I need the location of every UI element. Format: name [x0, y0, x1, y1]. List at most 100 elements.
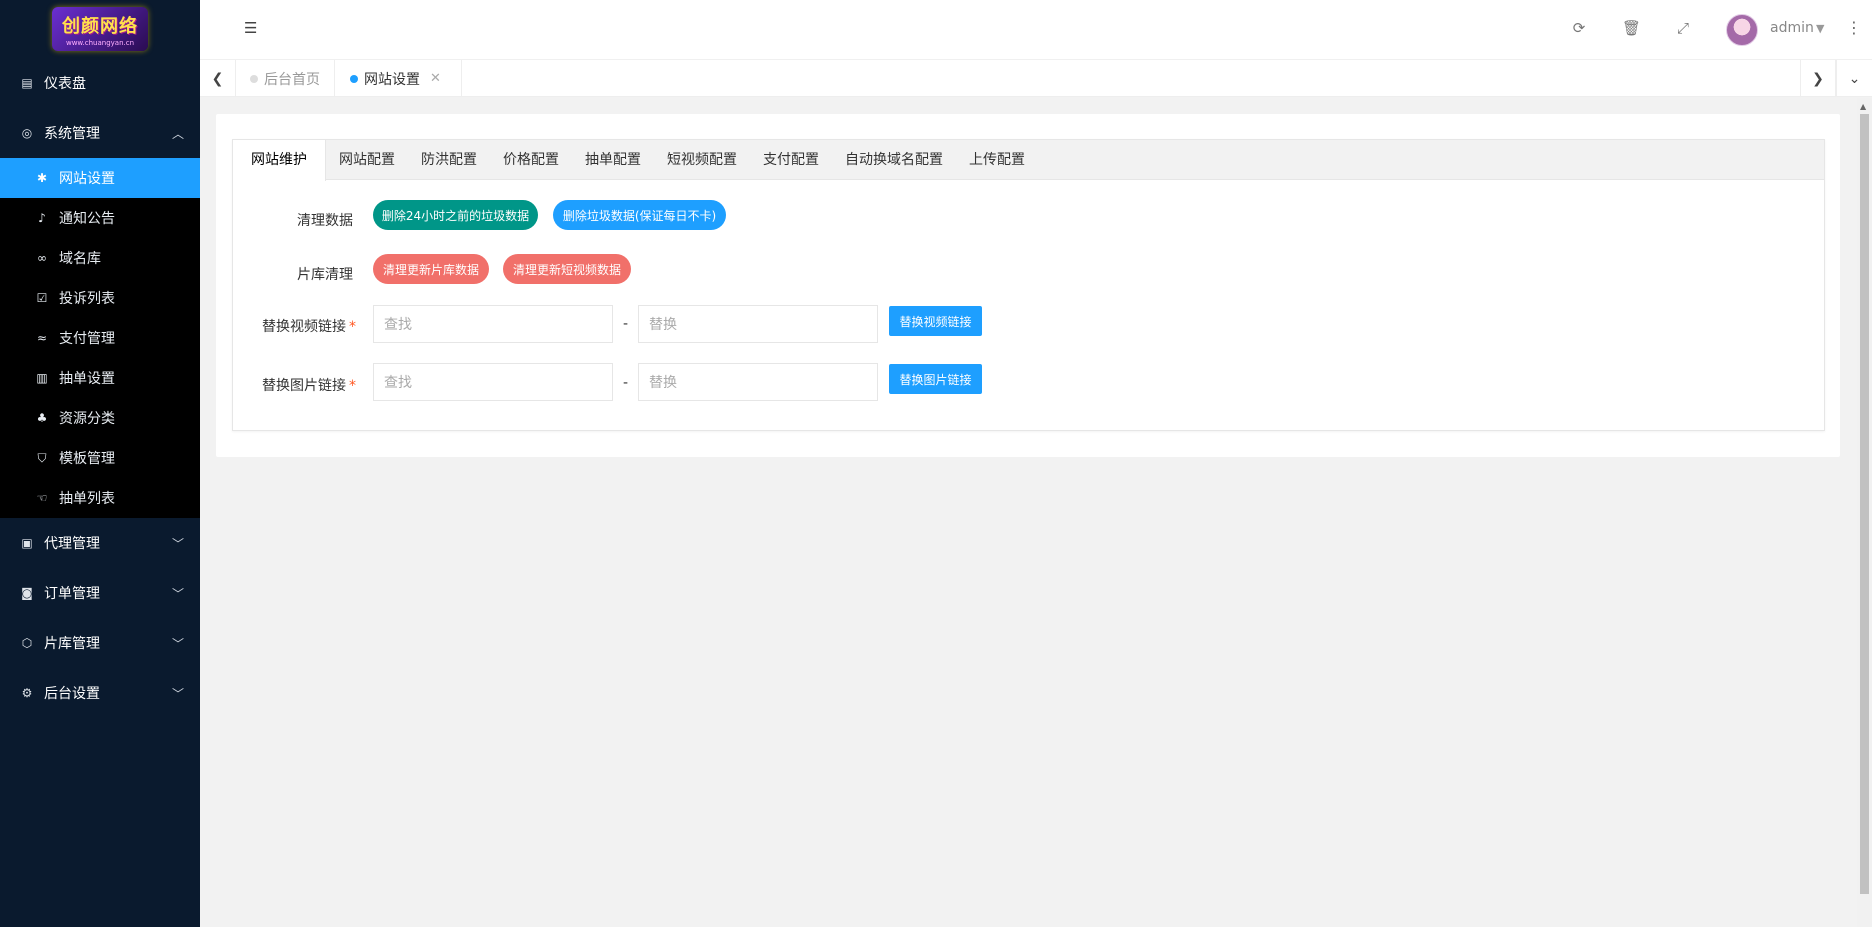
image-find-input[interactable]: 查找: [373, 363, 613, 401]
close-icon[interactable]: ✕: [430, 71, 441, 86]
page-tabs: ❮ 后台首页 网站设置 ✕ ❯ ⌄: [200, 60, 1872, 97]
library-clean-label: 片库清理: [297, 267, 353, 283]
tab-maintenance[interactable]: 网站维护: [233, 140, 326, 181]
separator-dash: -: [623, 316, 629, 332]
hexagon-icon: ⬡: [21, 636, 33, 650]
content-card: 网站维护 网站配置 防洪配置 价格配置 抽单配置 短视频配置 支付配置 自动换域…: [216, 114, 1840, 457]
fullscreen-icon[interactable]: ⤢: [1674, 19, 1692, 37]
tab-domain-switch-config[interactable]: 自动换域名配置: [832, 140, 956, 180]
settings-tabs: 网站维护 网站配置 防洪配置 价格配置 抽单配置 短视频配置 支付配置 自动换域…: [233, 140, 1824, 181]
clean-data-label: 清理数据: [297, 213, 353, 229]
sidebar-item-domains[interactable]: ∞ 域名库: [0, 238, 200, 278]
image-replace-input[interactable]: 替换: [638, 363, 878, 401]
logo-text: 创颜网络: [62, 15, 138, 37]
sidebar-item-system[interactable]: ◎ 系统管理 ︿: [0, 108, 200, 158]
tabs-prev-icon[interactable]: ❮: [200, 60, 236, 97]
chevron-down-icon: ﹀: [171, 686, 184, 701]
scroll-up-icon[interactable]: ▲: [1860, 102, 1866, 111]
caret-down-icon[interactable]: ▼: [1816, 22, 1824, 35]
logo-subtext: www.chuangyan.cn: [65, 38, 135, 47]
replace-image-button[interactable]: 替换图片链接: [889, 364, 982, 394]
sidebar-item-label: 投诉列表: [59, 291, 115, 307]
logo-badge: 创颜网络 www.chuangyan.cn: [52, 7, 148, 51]
clean-short-video-button[interactable]: 清理更新短视频数据: [503, 254, 631, 284]
replace-image-label: 替换图片链接 *: [262, 378, 356, 394]
sidebar-item-label: 抽单设置: [59, 371, 115, 387]
sidebar-item-templates[interactable]: ⛉ 模板管理: [0, 438, 200, 478]
sidebar-item-site-settings[interactable]: ✱ 网站设置: [0, 158, 200, 198]
top-header: ☰ ⟳ 🗑 ⤢ admin ▼ ⋮: [200, 0, 1872, 60]
sidebar-item-label: 仪表盘: [44, 76, 86, 92]
video-replace-input[interactable]: 替换: [638, 305, 878, 343]
scrollbar-thumb[interactable]: [1860, 114, 1869, 894]
tab-label: 后台首页: [264, 71, 320, 88]
tab-draw-config[interactable]: 抽单配置: [572, 140, 654, 180]
sidebar-item-orders[interactable]: ◙ 订单管理 ﹀: [0, 568, 200, 618]
tab-site-config[interactable]: 网站配置: [326, 140, 408, 180]
sidebar-item-complaints[interactable]: ☑ 投诉列表: [0, 278, 200, 318]
sidebar: 创颜网络 www.chuangyan.cn ▤ 仪表盘 ◎ 系统管理 ︿ ✱ 网…: [0, 0, 200, 927]
sidebar-item-payments[interactable]: ≈ 支付管理: [0, 318, 200, 358]
asterisk-icon: ✱: [36, 171, 48, 185]
clean-library-button[interactable]: 清理更新片库数据: [373, 254, 489, 284]
sidebar-item-draw-list[interactable]: ☜ 抽单列表: [0, 478, 200, 518]
wave-icon: ≈: [36, 331, 48, 345]
sidebar-item-label: 支付管理: [59, 331, 115, 347]
sidebar-item-label: 域名库: [59, 251, 101, 267]
tab-price-config[interactable]: 价格配置: [490, 140, 572, 180]
sidebar-item-label: 订单管理: [44, 586, 100, 602]
tab-site-settings[interactable]: 网站设置 ✕: [336, 60, 462, 97]
font-box-icon: ◙: [21, 586, 33, 600]
trash-icon[interactable]: 🗑: [1622, 19, 1641, 37]
sidebar-item-dashboard[interactable]: ▤ 仪表盘: [0, 58, 200, 108]
tab-label: 网站设置: [364, 71, 420, 88]
sidebar-item-admin-settings[interactable]: ⚙ 后台设置 ﹀: [0, 668, 200, 718]
contact-card-icon: ▣: [21, 536, 33, 550]
sidebar-item-agents[interactable]: ▣ 代理管理 ﹀: [0, 518, 200, 568]
settings-tab-panel: 网站维护 网站配置 防洪配置 价格配置 抽单配置 短视频配置 支付配置 自动换域…: [232, 139, 1825, 431]
sidebar-item-label: 网站设置: [59, 171, 115, 187]
sidebar-item-label: 模板管理: [59, 451, 115, 467]
refresh-icon[interactable]: ⟳: [1570, 19, 1588, 37]
sidebar-item-library[interactable]: ⬡ 片库管理 ﹀: [0, 618, 200, 668]
delete-garbage-button[interactable]: 删除垃圾数据(保证每日不卡): [553, 200, 726, 230]
tab-home[interactable]: 后台首页: [236, 60, 335, 97]
tab-dot: [250, 74, 258, 83]
chevron-up-icon: ︿: [171, 126, 184, 141]
user-name[interactable]: admin: [1770, 20, 1814, 36]
sidebar-item-label: 片库管理: [44, 636, 100, 652]
leaf-icon: ♣: [36, 411, 48, 425]
target-icon: ◎: [21, 126, 33, 140]
sidebar-item-draw-settings[interactable]: ▥ 抽单设置: [0, 358, 200, 398]
sidebar-item-notices[interactable]: ♪ 通知公告: [0, 198, 200, 238]
menu-toggle-icon[interactable]: ☰: [244, 20, 260, 36]
sidebar-item-label: 系统管理: [44, 126, 100, 142]
bell-icon: ♪: [38, 211, 46, 225]
tab-payment-config[interactable]: 支付配置: [750, 140, 832, 180]
sidebar-item-label: 资源分类: [59, 411, 115, 427]
separator-dash: -: [623, 375, 629, 391]
tab-short-video-config[interactable]: 短视频配置: [654, 140, 750, 180]
tab-dot: [350, 74, 358, 83]
chevron-down-icon: ﹀: [171, 586, 184, 601]
delete-24h-garbage-button[interactable]: 删除24小时之前的垃圾数据: [373, 200, 538, 230]
hand-icon: ☜: [36, 491, 48, 505]
tab-flood-config[interactable]: 防洪配置: [408, 140, 490, 180]
sidebar-item-label: 后台设置: [44, 686, 100, 702]
chevron-down-icon[interactable]: ⌄: [1836, 60, 1872, 97]
avatar[interactable]: [1726, 14, 1758, 46]
checkbox-icon: ☑: [36, 291, 48, 305]
sidebar-item-label: 代理管理: [44, 536, 100, 552]
chevron-down-icon: ﹀: [171, 536, 184, 551]
building-icon: ▥: [36, 371, 48, 385]
video-find-input[interactable]: 查找: [373, 305, 613, 343]
link-icon: ∞: [37, 251, 47, 265]
tab-upload-config[interactable]: 上传配置: [956, 140, 1038, 180]
scrollbar[interactable]: ▲: [1857, 98, 1872, 927]
sidebar-item-label: 抽单列表: [59, 491, 115, 507]
more-vertical-icon[interactable]: ⋮: [1846, 18, 1862, 37]
replace-video-button[interactable]: 替换视频链接: [889, 306, 982, 336]
sidebar-item-categories[interactable]: ♣ 资源分类: [0, 398, 200, 438]
logo[interactable]: 创颜网络 www.chuangyan.cn: [0, 0, 200, 58]
tabs-next-icon[interactable]: ❯: [1800, 60, 1836, 97]
